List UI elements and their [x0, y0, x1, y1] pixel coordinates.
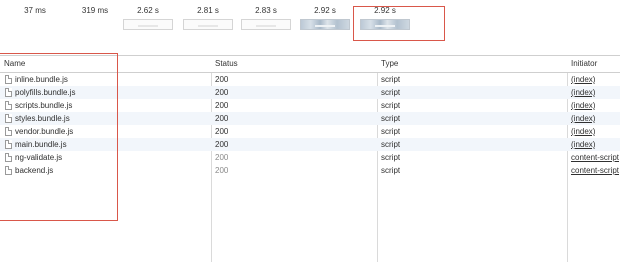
request-status: 200 [215, 88, 229, 97]
request-type: script [381, 140, 401, 149]
file-icon [5, 88, 12, 97]
table-row[interactable]: backend.js 200 script content-script [0, 164, 620, 177]
frame-time: 319 ms [81, 6, 109, 15]
table-row[interactable]: inline.bundle.js 200 script (index) [0, 73, 620, 86]
file-icon [5, 114, 12, 123]
filmstrip-frame[interactable]: 2.92 s [360, 0, 410, 40]
network-request-table: Name Status Type Initiator inline.bundle… [0, 55, 620, 262]
request-type: script [381, 114, 401, 123]
request-initiator-link[interactable]: (index) [571, 86, 595, 99]
filmstrip-frame[interactable]: 319 ms [70, 0, 120, 40]
column-header-name[interactable]: Name [4, 56, 25, 72]
frame-time: 2.92 s [374, 6, 396, 15]
request-status: 200 [215, 75, 229, 84]
filmstrip-frame[interactable]: 2.92 s [300, 0, 350, 40]
table-header: Name Status Type Initiator [0, 56, 620, 73]
file-icon [5, 75, 12, 84]
request-initiator-link[interactable]: content-script [571, 164, 619, 177]
frame-thumbnail [241, 19, 291, 30]
table-row[interactable]: ng-validate.js 200 script content-script [0, 151, 620, 164]
request-initiator-link[interactable]: (index) [571, 138, 595, 151]
frame-time: 2.83 s [255, 6, 277, 15]
frame-time: 37 ms [24, 6, 46, 15]
request-type: script [381, 88, 401, 97]
table-row[interactable]: vendor.bundle.js 200 script (index) [0, 125, 620, 138]
frame-thumbnail [360, 19, 410, 30]
table-row[interactable]: polyfills.bundle.js 200 script (index) [0, 86, 620, 99]
request-type: script [381, 75, 401, 84]
request-name[interactable]: inline.bundle.js [15, 73, 207, 86]
request-type: script [381, 101, 401, 110]
file-icon [5, 153, 12, 162]
frame-time: 2.81 s [197, 6, 219, 15]
request-name[interactable]: polyfills.bundle.js [15, 86, 207, 99]
frame-thumbnail [183, 19, 233, 30]
filmstrip-frame[interactable]: 2.62 s [123, 0, 173, 40]
request-name[interactable]: main.bundle.js [15, 138, 207, 151]
request-initiator-link[interactable]: (index) [571, 112, 595, 125]
frame-thumbnail [300, 19, 350, 30]
request-initiator-link[interactable]: (index) [571, 73, 595, 86]
request-type: script [381, 153, 401, 162]
request-name[interactable]: backend.js [15, 164, 207, 177]
request-name[interactable]: scripts.bundle.js [15, 99, 207, 112]
request-name[interactable]: styles.bundle.js [15, 112, 207, 125]
frame-time: 2.62 s [137, 6, 159, 15]
table-row[interactable]: scripts.bundle.js 200 script (index) [0, 99, 620, 112]
request-status: 200 [215, 101, 229, 110]
filmstrip-frame[interactable]: 37 ms [10, 0, 60, 40]
frame-time: 2.92 s [314, 6, 336, 15]
filmstrip-frame[interactable]: 2.81 s [183, 0, 233, 40]
file-icon [5, 140, 12, 149]
request-status: 200 [215, 140, 229, 149]
file-icon [5, 127, 12, 136]
request-name[interactable]: vendor.bundle.js [15, 125, 207, 138]
request-status: 200 [215, 127, 229, 136]
request-initiator-link[interactable]: (index) [571, 125, 595, 138]
request-status: 200 [215, 166, 229, 175]
column-header-type[interactable]: Type [381, 56, 398, 72]
table-row[interactable]: styles.bundle.js 200 script (index) [0, 112, 620, 125]
table-row[interactable]: main.bundle.js 200 script (index) [0, 138, 620, 151]
request-status: 200 [215, 153, 229, 162]
request-initiator-link[interactable]: content-script [571, 151, 619, 164]
request-status: 200 [215, 114, 229, 123]
column-header-status[interactable]: Status [215, 56, 238, 72]
request-type: script [381, 166, 401, 175]
request-initiator-link[interactable]: (index) [571, 99, 595, 112]
request-type: script [381, 127, 401, 136]
file-icon [5, 101, 12, 110]
request-name[interactable]: ng-validate.js [15, 151, 207, 164]
filmstrip-frame[interactable]: 2.83 s [241, 0, 291, 40]
column-header-initiator[interactable]: Initiator [571, 56, 597, 72]
frame-thumbnail [123, 19, 173, 30]
file-icon [5, 166, 12, 175]
filmstrip: 37 ms 319 ms 2.62 s 2.81 s 2.83 s 2.92 s… [0, 0, 620, 40]
